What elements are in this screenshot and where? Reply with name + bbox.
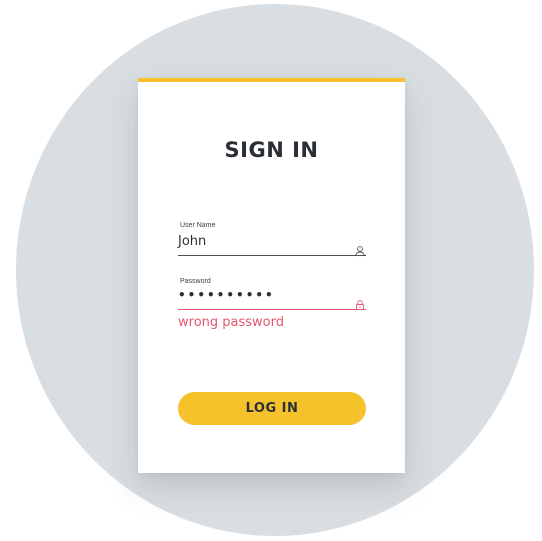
password-error-message: wrong password (178, 315, 284, 330)
password-underline (178, 309, 366, 310)
sign-in-title: SIGN IN (224, 138, 319, 162)
password-label: Password (180, 278, 211, 285)
login-screen: SIGN IN User Name John Password ••••••••… (0, 0, 542, 541)
password-field[interactable]: Password •••••••••• wrong password (178, 278, 366, 336)
user-icon (354, 242, 366, 257)
log-in-button[interactable]: LOG IN (178, 392, 366, 425)
password-input[interactable]: •••••••••• (178, 288, 275, 302)
lock-icon (354, 296, 366, 310)
sign-in-card: SIGN IN User Name John Password ••••••••… (138, 78, 405, 473)
username-field[interactable]: User Name John (178, 222, 366, 258)
username-label: User Name (180, 222, 216, 229)
username-input[interactable]: John (178, 234, 206, 249)
username-underline (178, 255, 366, 256)
